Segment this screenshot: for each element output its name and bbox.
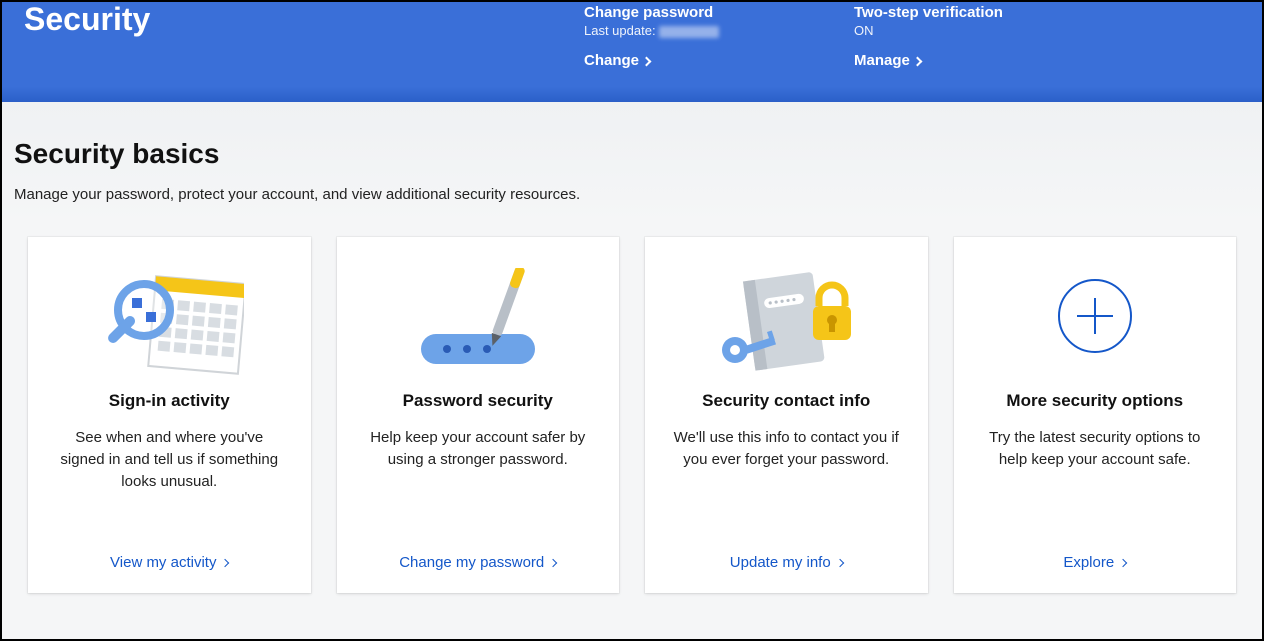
- chevron-right-icon: [642, 56, 652, 66]
- chevron-right-icon: [912, 56, 922, 66]
- card-link-label: Explore: [1063, 554, 1114, 571]
- explore-link[interactable]: Explore: [1063, 554, 1126, 571]
- change-password-link[interactable]: Change my password: [399, 554, 556, 571]
- last-update-label: Last update:: [584, 23, 656, 38]
- chevron-right-icon: [835, 559, 843, 567]
- card-title: Sign-in activity: [109, 391, 230, 411]
- card-password-security: Password security Help keep your account…: [337, 237, 620, 593]
- card-link-label: View my activity: [110, 554, 216, 571]
- twostep-manage-link[interactable]: Manage: [854, 52, 921, 69]
- change-password-sub: Last update:: [584, 23, 764, 38]
- card-signin-activity: Sign-in activity See when and where you'…: [28, 237, 311, 593]
- change-password-block: Change password Last update: Change: [584, 4, 764, 70]
- twostep-title: Two-step verification: [854, 4, 1034, 21]
- card-contact-info: Security contact info We'll use this inf…: [645, 237, 928, 593]
- view-activity-link[interactable]: View my activity: [110, 554, 228, 571]
- security-header: Security Change password Last update: Ch…: [2, 2, 1262, 102]
- card-title: Password security: [403, 391, 553, 411]
- card-link-label: Update my info: [730, 554, 831, 571]
- plus-circle-icon: [1040, 263, 1150, 383]
- change-password-link[interactable]: Change: [584, 52, 650, 69]
- card-desc: Try the latest security options to help …: [980, 427, 1211, 534]
- card-link-label: Change my password: [399, 554, 544, 571]
- twostep-manage-label: Manage: [854, 52, 910, 69]
- update-info-link[interactable]: Update my info: [730, 554, 843, 571]
- content-area: Security basics Manage your password, pr…: [2, 102, 1262, 639]
- card-desc: We'll use this info to contact you if yo…: [671, 427, 902, 534]
- chevron-right-icon: [1119, 559, 1127, 567]
- header-info: Change password Last update: Change Two-…: [584, 2, 1034, 70]
- card-desc: Help keep your account safer by using a …: [363, 427, 594, 534]
- change-password-link-label: Change: [584, 52, 639, 69]
- section-subtitle: Manage your password, protect your accou…: [14, 186, 1250, 203]
- twostep-block: Two-step verification ON Manage: [854, 4, 1034, 70]
- card-more-options: More security options Try the latest sec…: [954, 237, 1237, 593]
- password-pen-icon: [403, 263, 553, 383]
- page-title: Security: [24, 2, 584, 37]
- last-update-value-redacted: [659, 26, 719, 38]
- chevron-right-icon: [549, 559, 557, 567]
- notebook-lock-key-icon: [711, 263, 861, 383]
- card-title: More security options: [1006, 391, 1183, 411]
- chevron-right-icon: [221, 559, 229, 567]
- calendar-search-icon: [94, 263, 244, 383]
- cards-row: Sign-in activity See when and where you'…: [14, 237, 1250, 593]
- twostep-status: ON: [854, 23, 1034, 38]
- card-desc: See when and where you've signed in and …: [54, 427, 285, 534]
- section-title: Security basics: [14, 138, 1250, 170]
- change-password-title: Change password: [584, 4, 764, 21]
- card-title: Security contact info: [702, 391, 870, 411]
